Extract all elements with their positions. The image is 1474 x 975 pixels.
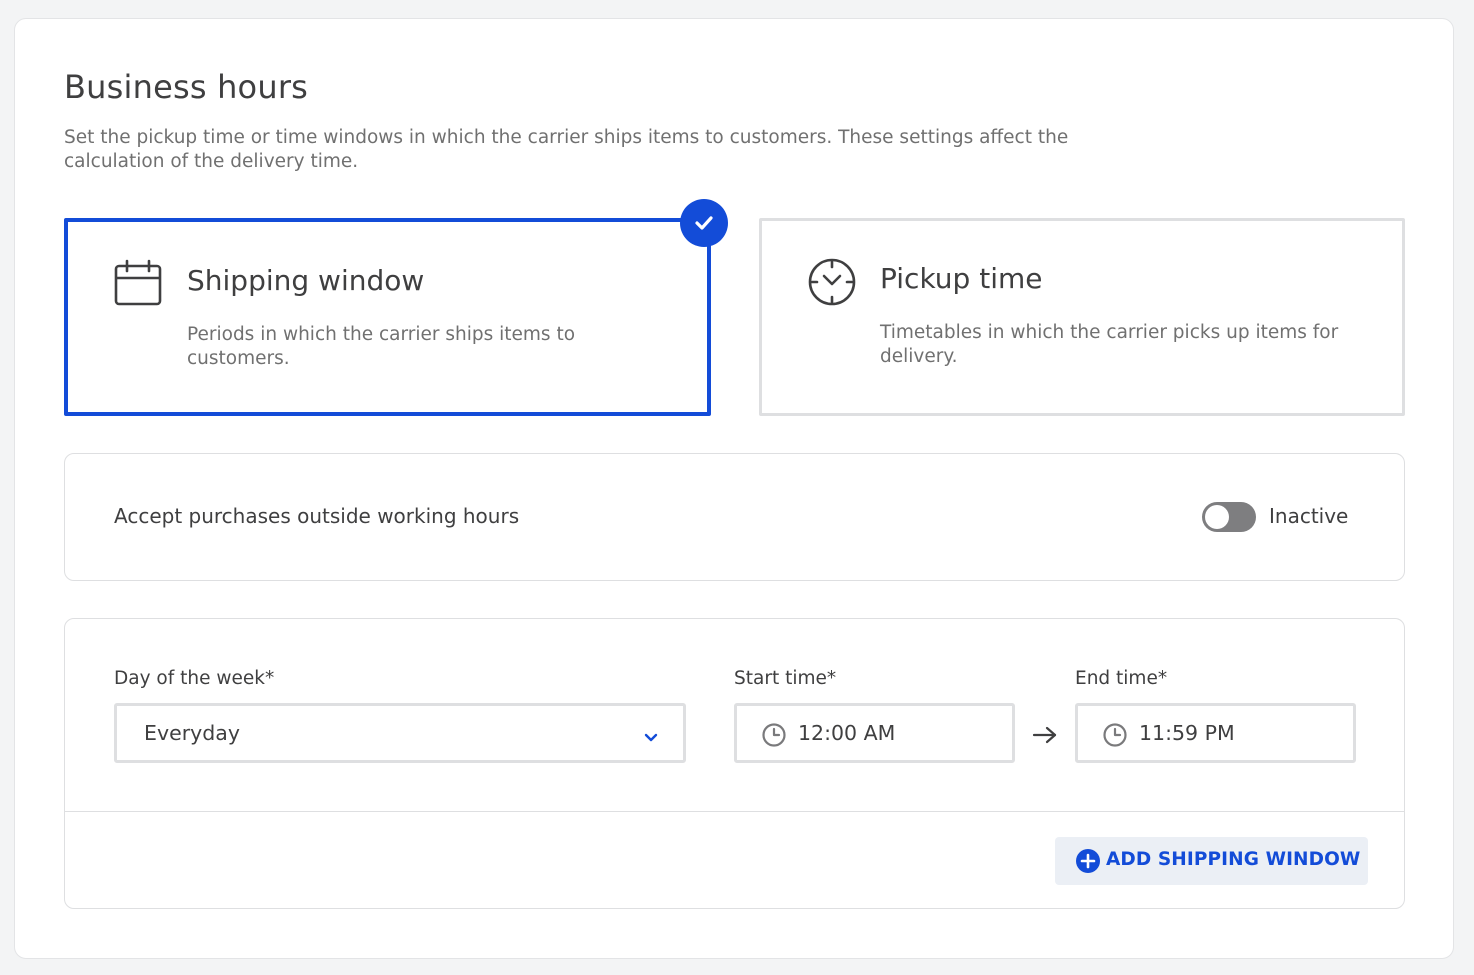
chevron-down-icon [644, 728, 658, 747]
add-shipping-window-label: ADD SHIPPING WINDOW [1106, 849, 1361, 870]
end-time-label: End time* [1075, 668, 1168, 689]
day-of-week-select[interactable]: Everyday [114, 703, 686, 763]
shipping-window-title: Shipping window [187, 264, 425, 297]
shipping-window-option[interactable]: Shipping window Periods in which the car… [64, 218, 711, 416]
panel-divider [65, 811, 1404, 812]
arrow-right-icon [1032, 725, 1058, 749]
accept-purchases-panel: Accept purchases outside working hours I… [64, 453, 1405, 581]
end-time-input[interactable]: 11:59 PM [1075, 703, 1356, 763]
day-of-week-label: Day of the week* [114, 668, 275, 689]
day-of-week-value: Everyday [144, 721, 240, 745]
shipping-window-description: Periods in which the carrier ships items… [187, 324, 576, 369]
toggle-status-label: Inactive [1269, 504, 1349, 528]
business-hours-card: Business hours Set the pickup time or ti… [14, 18, 1454, 959]
start-time-input[interactable]: 12:00 AM [734, 703, 1015, 763]
page-description: Set the pickup time or time windows in w… [64, 127, 1069, 172]
selected-check-icon [680, 199, 728, 247]
toggle-knob [1205, 505, 1229, 529]
clock-icon [806, 256, 856, 306]
accept-purchases-label: Accept purchases outside working hours [114, 504, 520, 528]
clock-icon [1102, 722, 1128, 752]
add-shipping-window-button[interactable]: ADD SHIPPING WINDOW [1055, 837, 1368, 885]
page-title: Business hours [64, 68, 309, 106]
accept-purchases-toggle[interactable] [1202, 502, 1256, 532]
start-time-value: 12:00 AM [798, 721, 896, 745]
pickup-time-title: Pickup time [880, 262, 1043, 295]
clock-icon [761, 722, 787, 752]
end-time-value: 11:59 PM [1139, 721, 1235, 745]
shipping-window-panel: Day of the week* Everyday Start time* 12… [64, 618, 1405, 909]
pickup-time-option[interactable]: Pickup time Timetables in which the carr… [759, 218, 1405, 416]
pickup-time-description: Timetables in which the carrier picks up… [880, 322, 1339, 367]
plus-circle-icon [1076, 849, 1100, 873]
start-time-label: Start time* [734, 668, 837, 689]
calendar-icon [113, 259, 163, 309]
